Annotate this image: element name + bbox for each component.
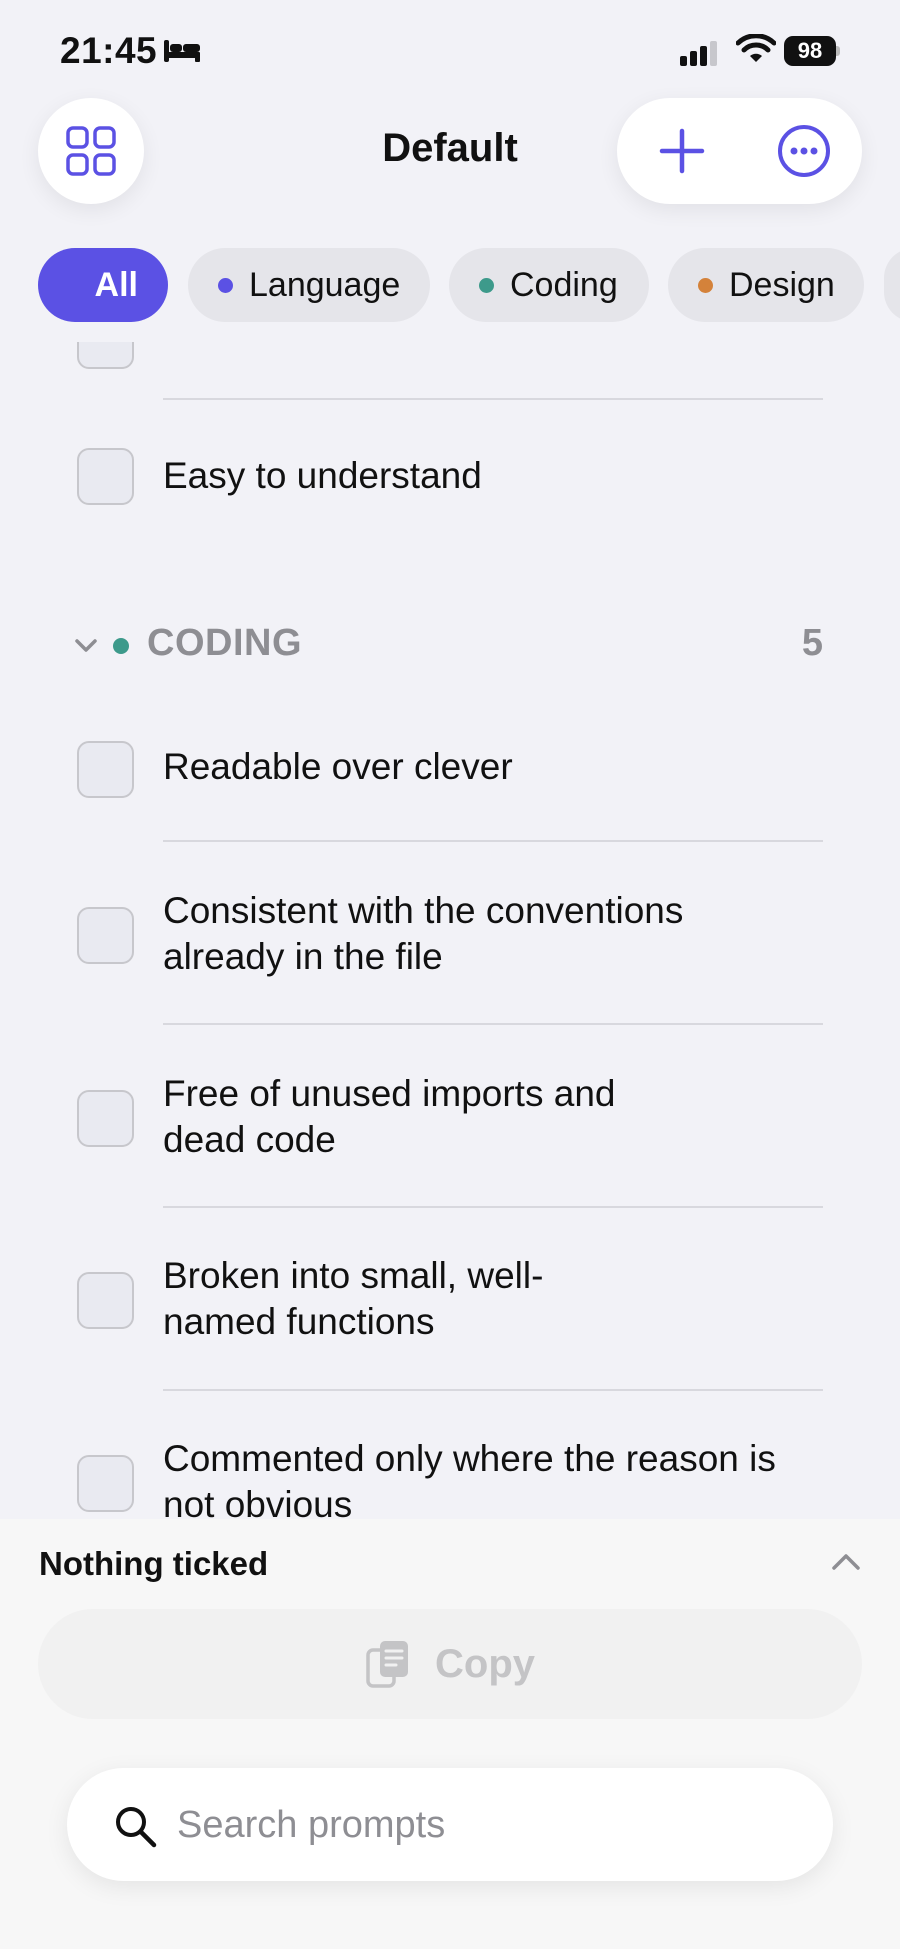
chevron-up-icon[interactable] (830, 1551, 862, 1573)
battery-tip (836, 46, 840, 56)
filter-chips: All Language Coding Design (0, 248, 900, 326)
divider (163, 1389, 823, 1391)
copy-icon (366, 1641, 408, 1688)
list-item[interactable]: Consistent with the conventions already … (163, 888, 813, 980)
item-checkbox[interactable] (77, 907, 134, 964)
filter-chip-label: All (94, 265, 138, 304)
selection-status: Nothing ticked (39, 1545, 269, 1582)
filter-chip-label: Coding (510, 265, 618, 304)
grid-icon (66, 126, 116, 176)
grid-view-button[interactable] (38, 98, 144, 204)
status-bar: 21:45 98 (0, 0, 900, 100)
section-title: CODING (147, 622, 302, 664)
list-item[interactable]: Readable over clever (163, 744, 813, 790)
item-checkbox[interactable] (77, 448, 134, 505)
filter-chip-coding[interactable]: Coding (449, 248, 649, 322)
item-checkbox[interactable] (77, 1272, 134, 1329)
divider (163, 1023, 823, 1025)
item-checkbox[interactable] (77, 342, 134, 369)
design-dot (698, 277, 713, 293)
prompt-list[interactable]: Easy to understand CODING 5 Readable ove… (0, 342, 900, 1519)
item-checkbox[interactable] (77, 1090, 134, 1147)
add-prompt-button[interactable] (647, 116, 717, 186)
header-actions (617, 98, 862, 204)
copy-button[interactable]: Copy (38, 1609, 862, 1719)
battery-level: 98 (784, 36, 836, 66)
list-item[interactable]: Commented only where the reason is not o… (163, 1436, 813, 1519)
section-count: 5 (801, 622, 823, 664)
more-options-button[interactable] (769, 116, 839, 186)
filter-chip-design[interactable]: Design (668, 248, 864, 322)
filter-chip-language[interactable]: Language (188, 248, 430, 322)
filter-chip-label: Design (729, 265, 835, 304)
divider (163, 398, 823, 400)
list-item[interactable]: Broken into small, well-named functions (163, 1253, 603, 1345)
language-dot (218, 277, 233, 293)
section-dot (113, 638, 129, 654)
item-checkbox[interactable] (77, 1455, 134, 1512)
battery-icon: 98 (784, 36, 840, 66)
list-item[interactable]: Free of unused imports and dead code (163, 1071, 683, 1163)
status-time: 21:45 (60, 30, 158, 71)
search-icon (116, 1807, 157, 1848)
bottom-panel: Nothing ticked Copy (0, 1519, 900, 1949)
filter-chip-overflow[interactable] (884, 248, 900, 322)
more-icon (778, 125, 830, 177)
filter-chip-all[interactable]: All (38, 248, 168, 322)
copy-label: Copy (435, 1641, 535, 1686)
search-bar[interactable] (67, 1768, 833, 1881)
filter-chip-label: Language (249, 265, 401, 304)
signal-icon (680, 41, 717, 66)
coding-dot (479, 277, 494, 293)
chevron-down-icon (75, 639, 97, 652)
divider (163, 840, 823, 842)
divider (163, 1206, 823, 1208)
list-item[interactable]: Easy to understand (163, 453, 813, 499)
search-input[interactable] (177, 1792, 797, 1858)
page-title: Default (382, 126, 518, 170)
bed-icon (164, 40, 200, 62)
plus-icon (659, 128, 705, 174)
item-checkbox[interactable] (77, 741, 134, 798)
wifi-icon (736, 34, 776, 62)
section-header-coding[interactable]: CODING 5 (0, 618, 900, 674)
app-screen: 21:45 98 Default All Language Coding Des… (0, 0, 900, 1949)
